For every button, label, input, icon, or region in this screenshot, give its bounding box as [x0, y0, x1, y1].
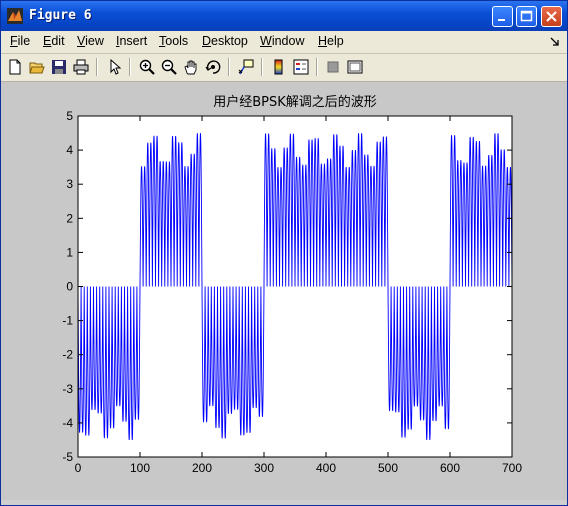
close-icon	[546, 11, 557, 22]
y-tick-label: 5	[66, 109, 73, 123]
y-tick-label: 0	[66, 280, 73, 294]
y-tick-label: 1	[66, 245, 73, 259]
y-tick-label: -3	[62, 382, 73, 396]
dock-arrow-icon[interactable]	[550, 37, 560, 47]
new-figure-button[interactable]	[5, 57, 25, 77]
menu-desktop[interactable]: Desktop	[202, 34, 248, 48]
pan-button[interactable]	[181, 57, 201, 77]
zoom-out-button[interactable]	[159, 57, 179, 77]
hide-plot-tools-button[interactable]	[323, 57, 343, 77]
maximize-icon	[520, 10, 533, 22]
menu-bar: File Edit View Insert Tools Desktop Wind…	[1, 31, 567, 54]
colorbar-icon	[274, 59, 283, 75]
menu-edit-label: Edit	[43, 34, 65, 48]
menu-help-label: Help	[318, 34, 344, 48]
rotate-3d-button[interactable]	[203, 57, 223, 77]
x-tick-label: 600	[440, 461, 460, 475]
save-button[interactable]	[49, 57, 69, 77]
pan-hand-icon	[184, 60, 197, 75]
show-plot-tools-button[interactable]	[345, 57, 365, 77]
menu-file-label: File	[10, 34, 31, 48]
x-tick-label: 700	[502, 461, 522, 475]
y-tick-label: -2	[62, 348, 73, 362]
toolbar-separator	[261, 58, 263, 76]
figure-toolbar	[1, 54, 567, 82]
maximize-button[interactable]	[516, 6, 537, 27]
zoom-in-button[interactable]	[137, 57, 157, 77]
x-tick-label: 200	[192, 461, 212, 475]
menu-insert-label: Insert	[116, 34, 148, 48]
zoom-out-icon	[161, 59, 177, 75]
menu-window[interactable]: Window	[260, 34, 304, 48]
save-icon	[52, 60, 66, 74]
rotate-3d-icon	[205, 60, 221, 74]
colorbar-button[interactable]	[269, 57, 289, 77]
y-tick-label: -4	[62, 416, 73, 430]
minimize-button[interactable]	[492, 6, 513, 27]
window-title: Figure 6	[29, 8, 92, 23]
y-tick-label: 2	[66, 211, 73, 225]
matlab-logo-icon	[7, 8, 23, 24]
data-cursor-button[interactable]	[236, 57, 256, 77]
minimize-icon	[498, 19, 505, 21]
y-tick-label: 4	[66, 143, 73, 157]
x-tick-label: 300	[254, 461, 274, 475]
y-tick-label: 3	[66, 177, 73, 191]
x-tick-label: 500	[378, 461, 398, 475]
title-bar[interactable]: Figure 6	[1, 1, 567, 31]
menu-desktop-label: Desktop	[202, 34, 248, 48]
x-tick-label: 400	[316, 461, 336, 475]
plot-svg[interactable]: 0 100 200 300 400 500 600 700 543210-1-2-3-4-5 …	[1, 82, 567, 500]
toolbar-separator	[96, 58, 98, 76]
hide-plot-tools-icon	[327, 61, 339, 73]
menu-edit[interactable]: Edit	[43, 34, 65, 48]
toolbar-separator	[129, 58, 131, 76]
menu-view-label: View	[77, 34, 104, 48]
close-button[interactable]	[541, 6, 562, 27]
print-button[interactable]	[71, 57, 91, 77]
menu-window-label: Window	[260, 34, 305, 48]
pointer-icon	[110, 59, 122, 75]
menu-help[interactable]: Help	[318, 34, 344, 48]
zoom-in-icon	[139, 59, 155, 75]
y-tick-label: -5	[62, 450, 73, 464]
toolbar-separator	[316, 58, 318, 76]
new-figure-icon	[9, 59, 21, 75]
chart-title: 用户经BPSK解调之后的波形	[213, 94, 377, 110]
toolbar-separator	[228, 58, 230, 76]
menu-view[interactable]: View	[77, 34, 104, 48]
edit-plot-button[interactable]	[105, 57, 125, 77]
open-file-button[interactable]	[27, 57, 47, 77]
menu-insert[interactable]: Insert	[116, 34, 147, 48]
x-tick-label: 100	[130, 461, 150, 475]
legend-icon	[293, 59, 309, 75]
x-tick-label: 0	[75, 461, 82, 475]
data-cursor-icon	[238, 59, 254, 75]
open-file-icon	[29, 62, 45, 74]
figure-window: Figure 6 File Edit View Insert Tools Des…	[0, 0, 568, 506]
figure-canvas[interactable]: 0 100 200 300 400 500 600 700 5 4 3 2 1 0 -1 -2 -3 -4 -5 …	[1, 82, 567, 500]
menu-tools-label: Tools	[159, 34, 189, 48]
print-icon	[73, 59, 89, 75]
show-plot-tools-icon	[347, 60, 363, 74]
y-tick-label: -1	[62, 314, 73, 328]
menu-file[interactable]: File	[10, 34, 30, 48]
menu-tools[interactable]: Tools	[159, 34, 188, 48]
legend-button[interactable]	[291, 57, 311, 77]
